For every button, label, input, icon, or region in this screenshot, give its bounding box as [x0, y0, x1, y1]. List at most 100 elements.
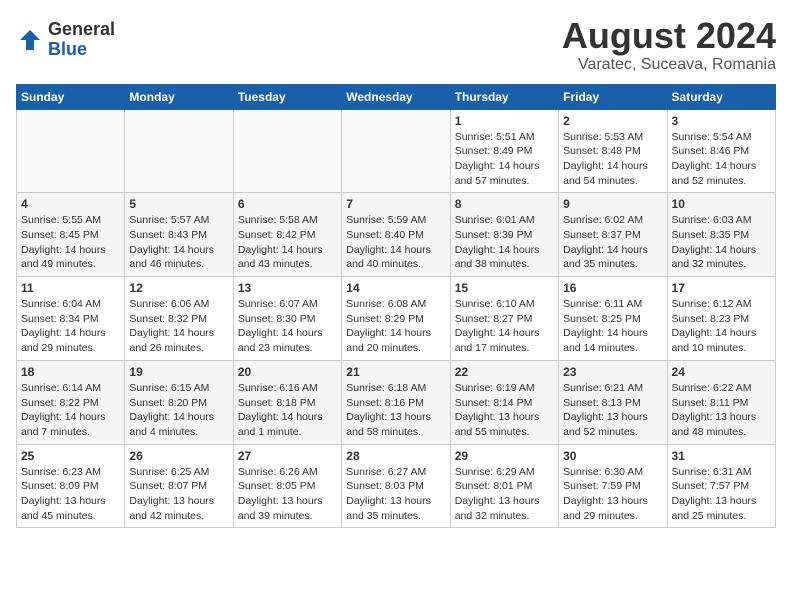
- day-number: 13: [238, 281, 337, 295]
- day-number: 12: [129, 281, 228, 295]
- calendar-cell: 5Sunrise: 5:57 AM Sunset: 8:43 PM Daylig…: [125, 193, 233, 277]
- calendar-cell: 24Sunrise: 6:22 AM Sunset: 8:11 PM Dayli…: [667, 360, 775, 444]
- calendar-cell: 4 Sunrise: 5:55 AM Sunset: 8:45 PM Daylig…: [17, 193, 125, 277]
- calendar-cell: 16 Sunrise: 6:11 AM Sunset: 8:25 PM Dayli…: [559, 277, 667, 361]
- calendar-cell: [17, 109, 125, 193]
- day-info: Sunrise: 6:04 AM Sunset: 8:34 PM Dayligh…: [21, 297, 120, 356]
- day-number: 21: [346, 365, 445, 379]
- day-number: 11: [21, 281, 120, 295]
- day-number: 14: [346, 281, 445, 295]
- calendar-cell: 20 Sunrise: 6:16 AM Sunset: 8:18 PM Dayli…: [233, 360, 341, 444]
- calendar-cell: 11 Sunrise: 6:04 AM Sunset: 8:34 PM Dayli…: [17, 277, 125, 361]
- day-info: Sunrise: 6:12 AM Sunset: 8:23 PM Dayligh…: [672, 297, 771, 356]
- location: Varatec, Suceava, Romania: [562, 56, 776, 74]
- title-block: August 2024 Varatec, Suceava, Romania: [562, 16, 776, 74]
- calendar-table: SundayMondayTuesdayWednesdayThursdayFrid…: [16, 84, 776, 529]
- day-number: 17: [672, 281, 771, 295]
- day-number: 2: [563, 114, 662, 128]
- day-number: 27: [238, 449, 337, 463]
- calendar-cell: 25 Sunrise: 6:23 AM Sunset: 8:09 PM Dayli…: [17, 444, 125, 528]
- calendar-cell: 1Sunrise: 5:51 AM Sunset: 8:49 PM Daylig…: [450, 109, 558, 193]
- day-info: Sunrise: 6:21 AM Sunset: 8:13 PM Dayligh…: [563, 381, 662, 440]
- day-number: 23: [563, 365, 662, 379]
- day-number: 29: [455, 449, 554, 463]
- day-number: 18: [21, 365, 120, 379]
- day-number: 8: [455, 197, 554, 211]
- day-number: 25: [21, 449, 120, 463]
- day-number: 4: [21, 197, 120, 211]
- day-info: Sunrise: 5:55 AM Sunset: 8:45 PM Dayligh…: [21, 213, 120, 272]
- calendar-cell: 21 Sunrise: 6:18 AM Sunset: 8:16 PM Dayli…: [342, 360, 450, 444]
- day-info: Sunrise: 6:18 AM Sunset: 8:16 PM Dayligh…: [346, 381, 445, 440]
- column-header-monday: Monday: [125, 84, 233, 109]
- day-info: Sunrise: 6:14 AM Sunset: 8:22 PM Dayligh…: [21, 381, 120, 440]
- day-info: Sunrise: 6:07 AM Sunset: 8:30 PM Dayligh…: [238, 297, 337, 356]
- day-info: Sunrise: 6:31 AM Sunset: 7:57 PM Dayligh…: [672, 465, 771, 524]
- day-number: 26: [129, 449, 228, 463]
- day-info: Sunrise: 6:16 AM Sunset: 8:18 PM Dayligh…: [238, 381, 337, 440]
- column-header-wednesday: Wednesday: [342, 84, 450, 109]
- calendar-cell: 10Sunrise: 6:03 AM Sunset: 8:35 PM Dayli…: [667, 193, 775, 277]
- day-number: 9: [563, 197, 662, 211]
- day-info: Sunrise: 6:06 AM Sunset: 8:32 PM Dayligh…: [129, 297, 228, 356]
- calendar-cell: 2 Sunrise: 5:53 AM Sunset: 8:48 PM Daylig…: [559, 109, 667, 193]
- calendar-week-5: 25 Sunrise: 6:23 AM Sunset: 8:09 PM Dayli…: [17, 444, 776, 528]
- calendar-cell: 8 Sunrise: 6:01 AM Sunset: 8:39 PM Daylig…: [450, 193, 558, 277]
- calendar-cell: 3 Sunrise: 5:54 AM Sunset: 8:46 PM Daylig…: [667, 109, 775, 193]
- calendar-cell: 6Sunrise: 5:58 AM Sunset: 8:42 PM Daylig…: [233, 193, 341, 277]
- calendar-cell: 23 Sunrise: 6:21 AM Sunset: 8:13 PM Dayli…: [559, 360, 667, 444]
- logo-blue: Blue: [48, 40, 115, 60]
- calendar-header-row: SundayMondayTuesdayWednesdayThursdayFrid…: [17, 84, 776, 109]
- day-info: Sunrise: 6:29 AM Sunset: 8:01 PM Dayligh…: [455, 465, 554, 524]
- day-info: Sunrise: 6:19 AM Sunset: 8:14 PM Dayligh…: [455, 381, 554, 440]
- day-number: 28: [346, 449, 445, 463]
- day-info: Sunrise: 6:15 AM Sunset: 8:20 PM Dayligh…: [129, 381, 228, 440]
- calendar-cell: 7Sunrise: 5:59 AM Sunset: 8:40 PM Daylig…: [342, 193, 450, 277]
- calendar-week-4: 18 Sunrise: 6:14 AM Sunset: 8:22 PM Dayli…: [17, 360, 776, 444]
- calendar-cell: [342, 109, 450, 193]
- day-number: 16: [563, 281, 662, 295]
- calendar-cell: 27Sunrise: 6:26 AM Sunset: 8:05 PM Dayli…: [233, 444, 341, 528]
- day-info: Sunrise: 5:59 AM Sunset: 8:40 PM Dayligh…: [346, 213, 445, 272]
- calendar-body: 1Sunrise: 5:51 AM Sunset: 8:49 PM Daylig…: [17, 109, 776, 528]
- day-number: 3: [672, 114, 771, 128]
- day-info: Sunrise: 6:22 AM Sunset: 8:11 PM Dayligh…: [672, 381, 771, 440]
- day-info: Sunrise: 5:57 AM Sunset: 8:43 PM Dayligh…: [129, 213, 228, 272]
- calendar-cell: 18 Sunrise: 6:14 AM Sunset: 8:22 PM Dayli…: [17, 360, 125, 444]
- calendar-cell: 31 Sunrise: 6:31 AM Sunset: 7:57 PM Dayli…: [667, 444, 775, 528]
- calendar-week-1: 1Sunrise: 5:51 AM Sunset: 8:49 PM Daylig…: [17, 109, 776, 193]
- day-info: Sunrise: 5:54 AM Sunset: 8:46 PM Dayligh…: [672, 130, 771, 189]
- calendar-cell: 28Sunrise: 6:27 AM Sunset: 8:03 PM Dayli…: [342, 444, 450, 528]
- day-info: Sunrise: 6:23 AM Sunset: 8:09 PM Dayligh…: [21, 465, 120, 524]
- day-info: Sunrise: 6:03 AM Sunset: 8:35 PM Dayligh…: [672, 213, 771, 272]
- day-info: Sunrise: 6:01 AM Sunset: 8:39 PM Dayligh…: [455, 213, 554, 272]
- logo: General Blue: [16, 20, 115, 60]
- day-number: 1: [455, 114, 554, 128]
- day-info: Sunrise: 6:25 AM Sunset: 8:07 PM Dayligh…: [129, 465, 228, 524]
- calendar-cell: 12 Sunrise: 6:06 AM Sunset: 8:32 PM Dayli…: [125, 277, 233, 361]
- calendar-cell: 15Sunrise: 6:10 AM Sunset: 8:27 PM Dayli…: [450, 277, 558, 361]
- calendar-cell: 9 Sunrise: 6:02 AM Sunset: 8:37 PM Daylig…: [559, 193, 667, 277]
- day-info: Sunrise: 6:11 AM Sunset: 8:25 PM Dayligh…: [563, 297, 662, 356]
- day-info: Sunrise: 6:02 AM Sunset: 8:37 PM Dayligh…: [563, 213, 662, 272]
- logo-icon: [16, 26, 44, 54]
- month-year: August 2024: [562, 16, 776, 56]
- day-number: 6: [238, 197, 337, 211]
- column-header-sunday: Sunday: [17, 84, 125, 109]
- day-info: Sunrise: 6:10 AM Sunset: 8:27 PM Dayligh…: [455, 297, 554, 356]
- day-info: Sunrise: 5:53 AM Sunset: 8:48 PM Dayligh…: [563, 130, 662, 189]
- calendar-week-2: 4 Sunrise: 5:55 AM Sunset: 8:45 PM Daylig…: [17, 193, 776, 277]
- calendar-cell: 30Sunrise: 6:30 AM Sunset: 7:59 PM Dayli…: [559, 444, 667, 528]
- day-number: 19: [129, 365, 228, 379]
- calendar-week-3: 11 Sunrise: 6:04 AM Sunset: 8:34 PM Dayli…: [17, 277, 776, 361]
- day-info: Sunrise: 6:08 AM Sunset: 8:29 PM Dayligh…: [346, 297, 445, 356]
- column-header-friday: Friday: [559, 84, 667, 109]
- calendar-cell: 29 Sunrise: 6:29 AM Sunset: 8:01 PM Dayli…: [450, 444, 558, 528]
- column-header-saturday: Saturday: [667, 84, 775, 109]
- page-header: General Blue August 2024 Varatec, Suceav…: [16, 16, 776, 74]
- day-number: 31: [672, 449, 771, 463]
- calendar-cell: 22 Sunrise: 6:19 AM Sunset: 8:14 PM Dayli…: [450, 360, 558, 444]
- day-number: 22: [455, 365, 554, 379]
- calendar-cell: 14 Sunrise: 6:08 AM Sunset: 8:29 PM Dayli…: [342, 277, 450, 361]
- day-number: 20: [238, 365, 337, 379]
